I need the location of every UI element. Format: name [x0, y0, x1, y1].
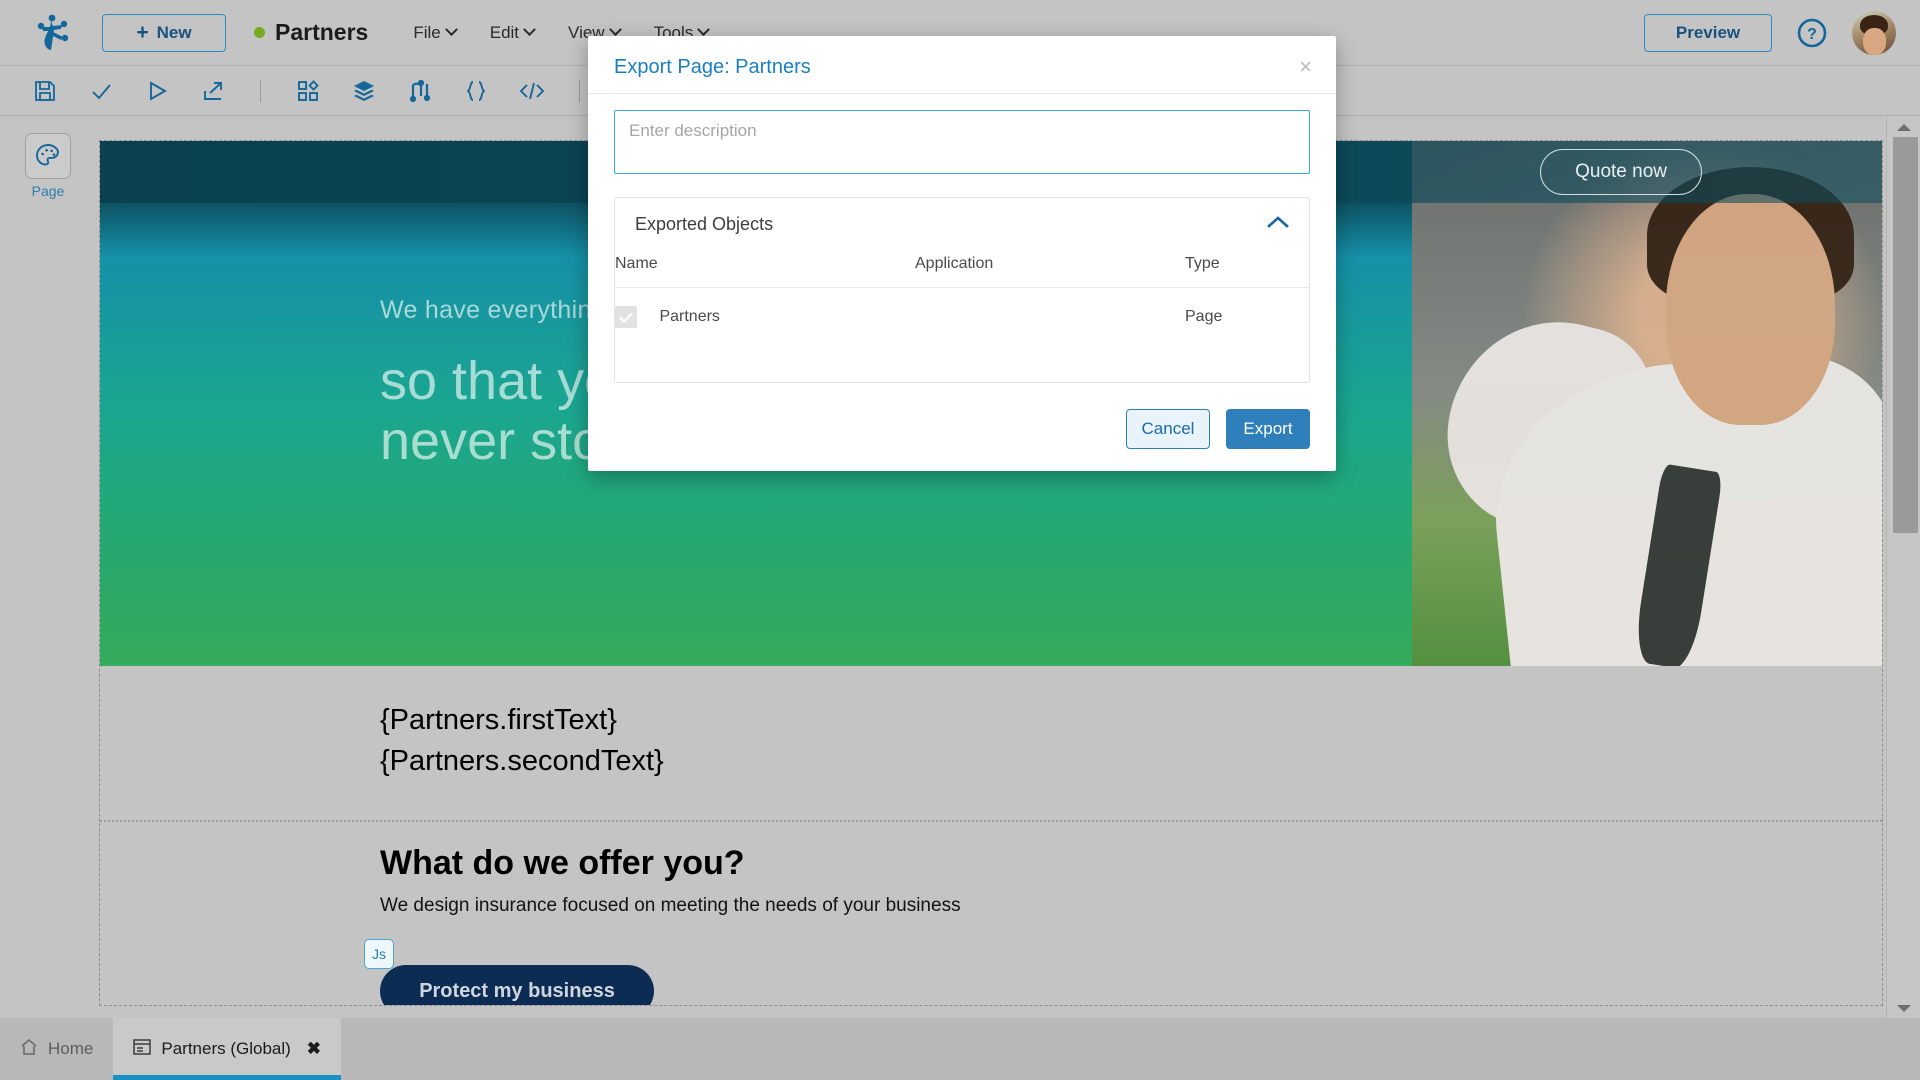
panel-footer-spacer — [615, 346, 1309, 382]
dialog-header: Export Page: Partners × — [588, 36, 1336, 94]
cell-name-label: Partners — [659, 308, 720, 325]
export-button-label: Export — [1243, 419, 1293, 438]
app-root: + New Partners File Edit View Tools Prev… — [0, 0, 1920, 1080]
cell-type: Page — [1185, 308, 1223, 325]
table-head: Name Application Type — [615, 249, 1309, 288]
chevron-up-icon[interactable] — [1267, 215, 1289, 234]
table-body: Partners Page — [615, 288, 1309, 347]
close-icon[interactable]: × — [1299, 56, 1312, 78]
column-header-name: Name — [615, 249, 915, 288]
exported-objects-panel: Exported Objects Name Application Type P… — [614, 197, 1310, 383]
export-page-dialog: Export Page: Partners × Exported Objects — [588, 36, 1336, 471]
cell-application — [915, 288, 1185, 347]
exported-objects-header[interactable]: Exported Objects — [615, 198, 1309, 249]
description-input[interactable] — [614, 110, 1310, 174]
exported-objects-table: Name Application Type Partners Page — [615, 249, 1309, 346]
table-row[interactable]: Partners Page — [615, 288, 1309, 347]
export-button[interactable]: Export — [1226, 409, 1310, 449]
cancel-button[interactable]: Cancel — [1126, 409, 1210, 449]
dialog-title: Export Page: Partners — [614, 56, 811, 78]
column-header-type: Type — [1185, 249, 1309, 288]
exported-objects-title: Exported Objects — [635, 214, 774, 234]
dialog-actions: Cancel Export — [588, 383, 1336, 449]
table-header-row: Name Application Type — [615, 249, 1309, 288]
cancel-button-label: Cancel — [1141, 419, 1195, 438]
column-header-application: Application — [915, 249, 1185, 288]
cell-name: Partners — [615, 288, 915, 347]
dialog-body: Exported Objects Name Application Type — [588, 94, 1336, 383]
row-checkbox — [615, 306, 637, 328]
